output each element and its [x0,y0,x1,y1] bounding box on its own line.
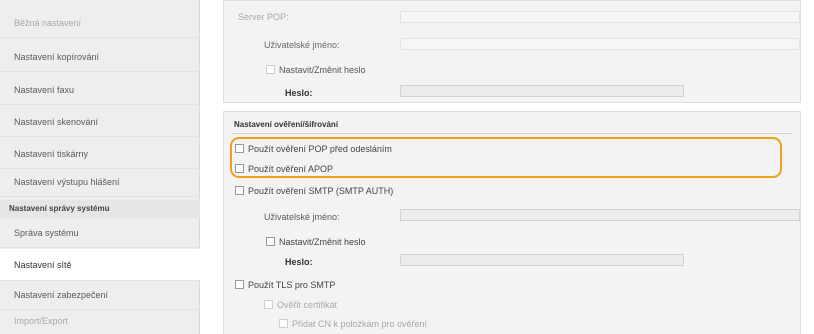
pop-set-password-label: Nastavit/Změnit heslo [279,65,366,75]
pop-username-label: Uživatelské jméno: [264,40,340,50]
add-cn-checkbox[interactable] [279,319,288,328]
sidebar-item-copy-settings[interactable]: Nastavení kopírování [0,42,200,72]
tls-label: Použít TLS pro SMTP [248,280,336,290]
sidebar-item-fax-settings[interactable]: Nastavení faxu [0,75,200,105]
sidebar-item-label: Nastavení skenování [14,117,99,127]
pop-set-password-checkbox[interactable] [266,65,275,74]
pop-username-input[interactable] [400,38,800,50]
smtp-set-password-option[interactable]: Nastavit/Změnit heslo [266,237,366,247]
tls-option[interactable]: Použít TLS pro SMTP [235,280,335,290]
pop-password-label: Heslo: [285,88,313,98]
sidebar-item-common-settings[interactable]: Běžná nastavení [0,8,200,38]
smtp-set-password-label: Nastavit/Změnit heslo [279,237,366,247]
sidebar-item-scan-settings[interactable]: Nastavení skenování [0,107,200,137]
smtp-username-label: Uživatelské jméno: [264,212,340,222]
pop-server-input[interactable] [400,11,800,23]
smtp-password-input[interactable] [400,254,684,266]
sidebar-item-label: Nastavení výstupu hlášení [14,177,120,187]
pop-server-label: Server POP: [238,12,289,22]
verify-cert-option[interactable]: Ověřit certifikát [264,300,337,310]
smtp-auth-option[interactable]: Použít ověření SMTP (SMTP AUTH) [235,186,393,196]
sidebar-item-label: Nastavení kopírování [14,52,100,62]
add-cn-label: Přidat CN k položkám pro ověření [292,319,428,329]
sidebar-item-report-output-settings[interactable]: Nastavení výstupu hlášení [0,167,200,197]
pop-set-password-option[interactable]: Nastavit/Změnit heslo [266,65,366,75]
auth-section-title: Nastavení ověření/šifrování [234,120,339,129]
smtp-username-input[interactable] [400,209,800,221]
main-content: Server POP: Uživatelské jméno: Nastavit/… [201,0,814,334]
sidebar-item-import-export[interactable]: Import/Export [0,306,200,334]
sidebar-item-label: Správa systému [14,228,79,238]
sidebar-section-header: Nastavení správy systému [0,200,200,218]
highlight-callout [230,137,782,178]
section-divider [232,133,792,134]
sidebar-item-label: Nastavení faxu [14,85,75,95]
sidebar: Běžná nastavení Nastavení kopírování Nas… [0,0,200,334]
verify-cert-checkbox[interactable] [264,300,273,309]
sidebar-item-label: Nastavení sítě [14,260,72,270]
pop-settings-panel: Server POP: Uživatelské jméno: Nastavit/… [223,0,801,103]
sidebar-item-system-management[interactable]: Správa systému [0,218,200,248]
sidebar-item-label: Import/Export [14,316,69,326]
sidebar-item-network-settings[interactable]: Nastavení sítě [0,249,200,281]
add-cn-option[interactable]: Přidat CN k položkám pro ověření [279,319,427,329]
smtp-password-label: Heslo: [285,257,313,267]
verify-cert-label: Ověřit certifikát [277,300,338,310]
sidebar-item-label: Běžná nastavení [14,18,82,28]
smtp-auth-label: Použít ověření SMTP (SMTP AUTH) [248,186,394,196]
pop-password-input[interactable] [400,85,684,97]
sidebar-item-label: Nastavení zabezpečení [14,290,109,300]
tls-checkbox[interactable] [235,280,244,289]
sidebar-item-printer-settings[interactable]: Nastavení tiskárny [0,139,200,169]
smtp-auth-checkbox[interactable] [235,186,244,195]
smtp-set-password-checkbox[interactable] [266,237,275,246]
sidebar-item-label: Nastavení tiskárny [14,149,89,159]
